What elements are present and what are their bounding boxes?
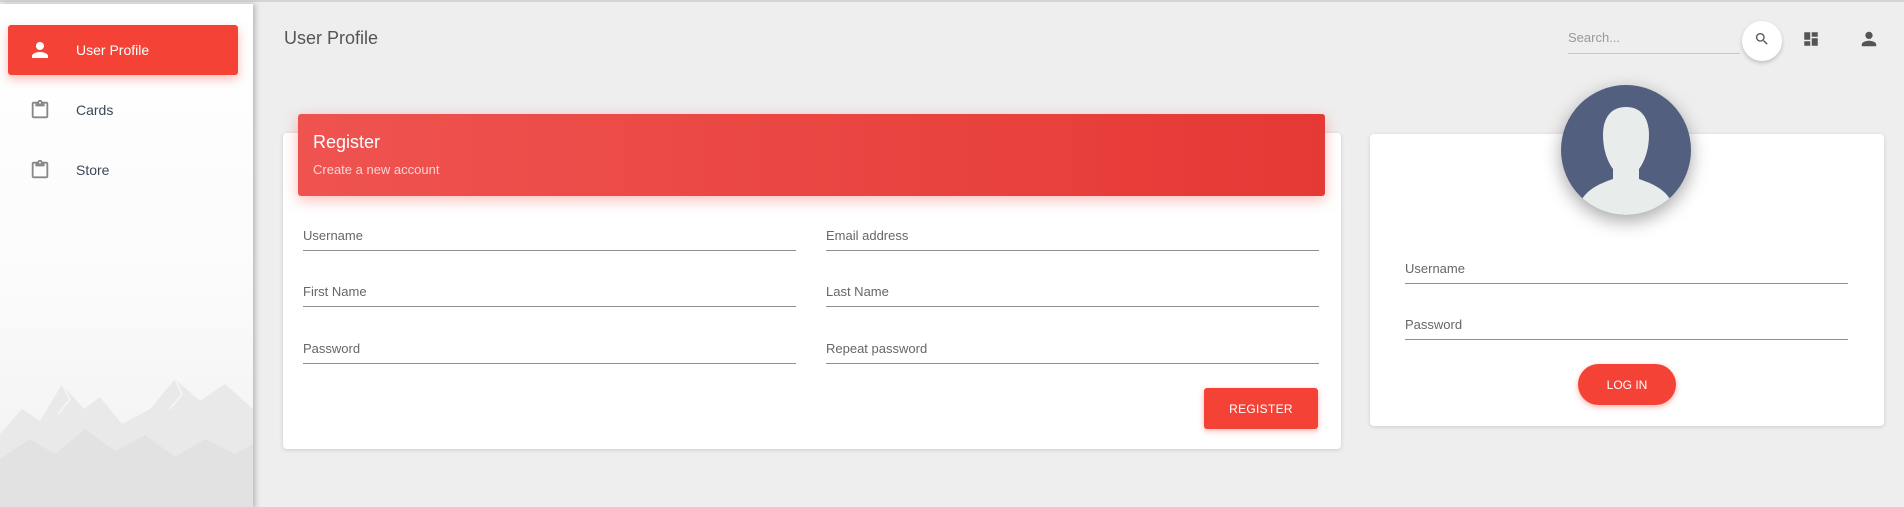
- dashboard-icon: [1802, 30, 1820, 53]
- register-card-header: Register Create a new account: [298, 114, 1325, 196]
- sidebar-nav: User Profile Cards Store: [0, 4, 253, 195]
- sidebar-item-label: Store: [76, 162, 110, 178]
- register-title: Register: [313, 132, 381, 152]
- repeat-password-field: [826, 334, 1319, 364]
- sidebar-item-label: User Profile: [76, 42, 150, 58]
- login-password-input[interactable]: [1405, 310, 1848, 339]
- register-email-input[interactable]: [826, 221, 1319, 250]
- register-subtitle: Create a new account: [313, 162, 440, 177]
- clipboard-icon: [28, 158, 52, 182]
- register-repeat-password-input[interactable]: [826, 334, 1319, 363]
- sidebar-item-cards[interactable]: Cards: [8, 85, 238, 135]
- email-field: [826, 221, 1319, 251]
- sidebar-item-user-profile[interactable]: User Profile: [8, 25, 238, 75]
- search-icon: [1754, 31, 1770, 52]
- sidebar-item-store[interactable]: Store: [8, 145, 238, 195]
- register-button[interactable]: REGISTER: [1204, 388, 1318, 429]
- password-field: [303, 334, 796, 364]
- app-root: User Profile Cards Store User Profile Se…: [0, 0, 1904, 507]
- dashboard-button[interactable]: [1799, 29, 1823, 53]
- login-username-field: [1405, 254, 1848, 284]
- sidebar-background-image: [0, 378, 253, 507]
- register-password-input[interactable]: [303, 334, 796, 363]
- search-input[interactable]: [1568, 22, 1740, 53]
- person-icon: [28, 38, 52, 62]
- register-username-input[interactable]: [303, 221, 796, 250]
- first-name-field: [303, 277, 796, 307]
- sidebar-item-label: Cards: [76, 102, 114, 118]
- clipboard-icon: [28, 98, 52, 122]
- login-button[interactable]: LOG IN: [1578, 364, 1676, 405]
- search-field: [1568, 22, 1740, 54]
- register-last-name-input[interactable]: [826, 277, 1319, 306]
- person-icon: [1860, 30, 1878, 53]
- avatar-silhouette-icon: [1581, 107, 1671, 215]
- account-button[interactable]: [1857, 29, 1881, 53]
- last-name-field: [826, 277, 1319, 307]
- register-first-name-input[interactable]: [303, 277, 796, 306]
- username-field: [303, 221, 796, 251]
- login-username-input[interactable]: [1405, 254, 1848, 283]
- search-button[interactable]: [1742, 21, 1782, 61]
- page-title: User Profile: [284, 28, 379, 48]
- avatar: [1561, 85, 1691, 215]
- sidebar: User Profile Cards Store: [0, 4, 253, 507]
- login-password-field: [1405, 310, 1848, 340]
